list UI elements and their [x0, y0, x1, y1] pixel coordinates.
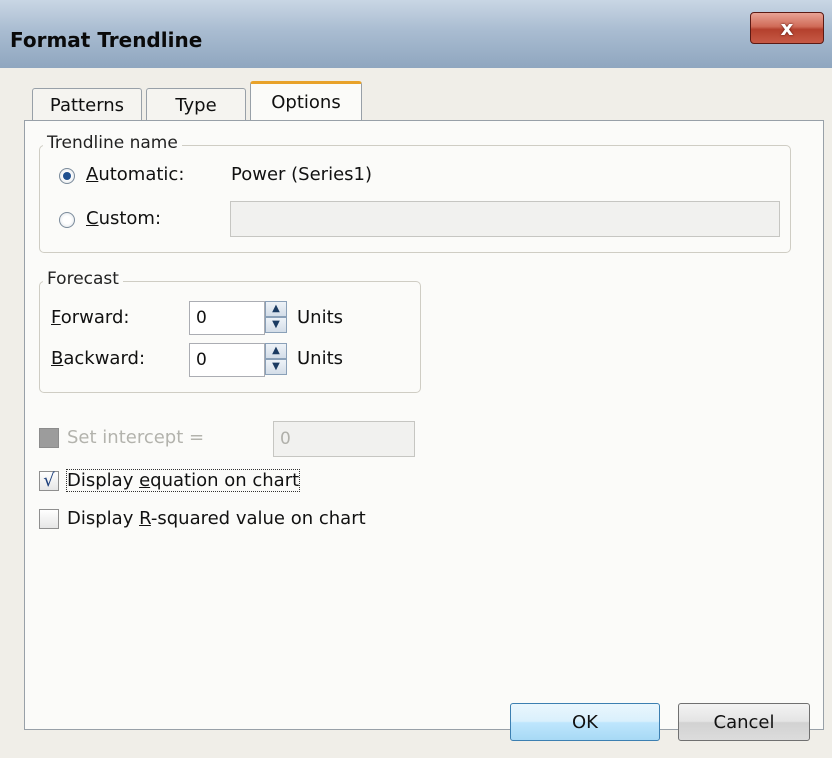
- automatic-radio[interactable]: [59, 168, 75, 184]
- dialog-title: Format Trendline: [10, 28, 203, 52]
- tab-type-label: Type: [175, 95, 217, 116]
- spin-up-icon[interactable]: ▲: [265, 343, 287, 359]
- backward-input[interactable]: 0: [189, 343, 265, 377]
- automatic-label[interactable]: Automatic:: [86, 164, 184, 185]
- custom-radio[interactable]: [59, 212, 75, 228]
- backward-spinner[interactable]: ▲ ▼: [265, 343, 287, 377]
- forward-units: Units: [297, 307, 344, 328]
- set-intercept-label: Set intercept =: [67, 427, 205, 448]
- format-trendline-dialog: Format Trendline x Patterns Type Options…: [0, 0, 832, 758]
- tab-patterns[interactable]: Patterns: [32, 88, 142, 122]
- tab-options[interactable]: Options: [250, 81, 362, 121]
- forecast-legend: Forecast: [43, 269, 123, 289]
- options-panel: Trendline name Automatic: Power (Series1…: [24, 120, 824, 730]
- title-bar[interactable]: Format Trendline x: [0, 0, 832, 68]
- forward-input[interactable]: 0: [189, 301, 265, 335]
- set-intercept-checkbox[interactable]: [39, 428, 59, 448]
- tab-patterns-label: Patterns: [49, 95, 125, 116]
- dialog-body: Patterns Type Options Trendline name Aut…: [10, 68, 832, 758]
- close-icon: x: [780, 16, 794, 40]
- trendline-name-legend: Trendline name: [43, 133, 182, 153]
- cancel-button[interactable]: Cancel: [678, 703, 810, 741]
- display-equation-checkbox[interactable]: √: [39, 471, 59, 491]
- checkmark-icon: √: [43, 470, 55, 491]
- backward-units: Units: [297, 348, 344, 369]
- spin-up-icon[interactable]: ▲: [265, 301, 287, 317]
- tab-options-label: Options: [271, 92, 341, 113]
- display-equation-label[interactable]: Display equation on chart: [65, 469, 301, 492]
- automatic-name-value: Power (Series1): [231, 164, 372, 185]
- spin-down-icon[interactable]: ▼: [265, 317, 287, 333]
- tab-type[interactable]: Type: [146, 88, 246, 122]
- set-intercept-input[interactable]: 0: [273, 421, 415, 457]
- custom-label[interactable]: Custom:: [86, 208, 161, 229]
- spin-down-icon[interactable]: ▼: [265, 359, 287, 375]
- forward-spinner[interactable]: ▲ ▼: [265, 301, 287, 335]
- display-r-squared-label[interactable]: Display R-squared value on chart: [67, 508, 366, 529]
- backward-label: Backward:: [51, 348, 146, 369]
- ok-button[interactable]: OK: [510, 703, 660, 741]
- display-r-squared-checkbox[interactable]: [39, 509, 59, 529]
- custom-name-input[interactable]: [230, 201, 780, 237]
- close-button[interactable]: x: [750, 12, 824, 44]
- forward-label: Forward:: [51, 307, 130, 328]
